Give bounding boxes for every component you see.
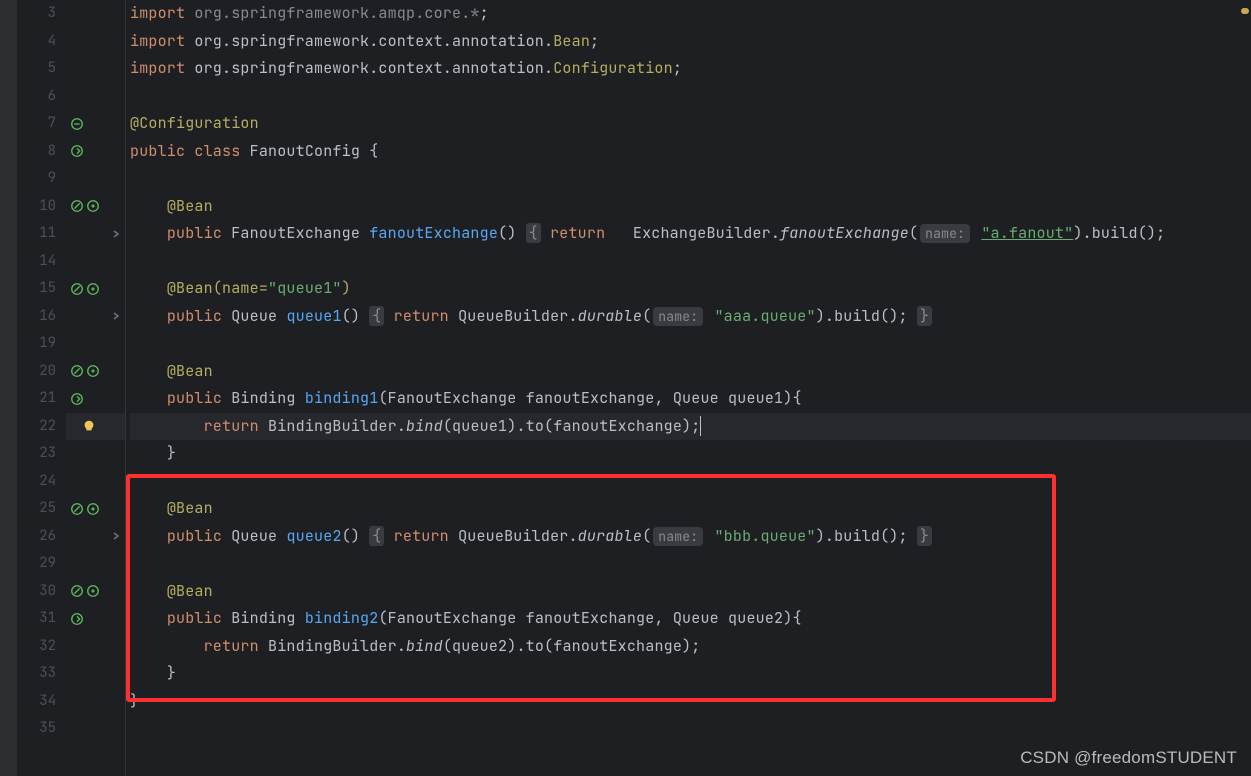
code-line[interactable]	[130, 330, 1251, 358]
line-number: 35	[18, 715, 66, 743]
code-line[interactable]: public Binding binding1(FanoutExchange f…	[130, 385, 1251, 413]
line-number: 19	[18, 330, 66, 358]
bean-nav-icon[interactable]	[70, 144, 84, 158]
code-line[interactable]: public Queue queue2() { return QueueBuil…	[130, 523, 1251, 551]
param-hint: name:	[653, 527, 703, 546]
bean-gutter-icon[interactable]	[86, 502, 100, 516]
code-line[interactable]	[130, 83, 1251, 111]
code-line[interactable]	[130, 550, 1251, 578]
line-number: 9	[18, 165, 66, 193]
code-line[interactable]: }	[130, 440, 1251, 468]
line-number: 32	[18, 633, 66, 661]
chevron-right-icon[interactable]	[111, 229, 121, 239]
line-number: 15	[18, 275, 66, 303]
bean-gutter-icon[interactable]	[86, 199, 100, 213]
chevron-right-icon[interactable]	[111, 531, 121, 541]
line-number: 6	[18, 83, 66, 111]
code-line[interactable]: public FanoutExchange fanoutExchange() {…	[130, 220, 1251, 248]
code-line[interactable]: import org.springframework.context.annot…	[130, 28, 1251, 56]
bean-nav-icon[interactable]	[70, 392, 84, 406]
code-line[interactable]: public Binding binding2(FanoutExchange f…	[130, 605, 1251, 633]
code-line[interactable]	[130, 248, 1251, 276]
line-number: 11	[18, 220, 66, 248]
line-number: 23	[18, 440, 66, 468]
code-line[interactable]: @Bean	[130, 495, 1251, 523]
code-line[interactable]: import org.springframework.context.annot…	[130, 55, 1251, 83]
bulb-icon[interactable]	[82, 419, 96, 433]
bean-gutter-icon[interactable]	[70, 364, 84, 378]
code-line[interactable]: @Bean	[130, 358, 1251, 386]
bean-gutter-icon[interactable]	[70, 584, 84, 598]
scrollbar-marker-warning	[1241, 8, 1249, 14]
line-number: 24	[18, 468, 66, 496]
watermark: CSDN @freedomSTUDENT	[1020, 748, 1237, 768]
line-number: 21	[18, 385, 66, 413]
bean-gutter-icon[interactable]	[86, 364, 100, 378]
line-number: 8	[18, 138, 66, 166]
line-number: 3	[18, 0, 66, 28]
bean-gutter-icon[interactable]	[86, 282, 100, 296]
code-line[interactable]: @Bean(name="queue1")	[130, 275, 1251, 303]
code-line[interactable]: return BindingBuilder.bind(queue2).to(fa…	[130, 633, 1251, 661]
code-line[interactable]: public Queue queue1() { return QueueBuil…	[130, 303, 1251, 331]
code-line[interactable]: @Bean	[130, 193, 1251, 221]
line-number: 33	[18, 660, 66, 688]
line-number: 30	[18, 578, 66, 606]
code-line-active[interactable]: return BindingBuilder.bind(queue1).to(fa…	[130, 413, 1251, 441]
line-number: 5	[18, 55, 66, 83]
code-line[interactable]: @Bean	[130, 578, 1251, 606]
line-number: 10	[18, 193, 66, 221]
code-line[interactable]	[130, 165, 1251, 193]
line-number: 29	[18, 550, 66, 578]
line-number: 25	[18, 495, 66, 523]
bean-gutter-icon[interactable]	[70, 282, 84, 296]
line-number: 4	[18, 28, 66, 56]
bean-gutter-icon[interactable]	[86, 584, 100, 598]
code-line[interactable]: public class FanoutConfig {	[130, 138, 1251, 166]
code-line[interactable]: @Configuration	[130, 110, 1251, 138]
line-number: 16	[18, 303, 66, 331]
line-number: 31	[18, 605, 66, 633]
code-line[interactable]: }	[130, 688, 1251, 716]
line-number: 14	[18, 248, 66, 276]
scrollbar-vertical[interactable]	[1237, 0, 1251, 776]
code-line[interactable]: import org.springframework.amqp.core.*;	[130, 0, 1251, 28]
left-edge-strip	[0, 0, 18, 776]
bean-nav-icon[interactable]	[70, 612, 84, 626]
chevron-right-icon[interactable]	[111, 311, 121, 321]
line-number: 34	[18, 688, 66, 716]
param-hint: name:	[653, 307, 703, 326]
code-area[interactable]: import org.springframework.amqp.core.*; …	[126, 0, 1251, 776]
bean-gutter-icon[interactable]	[70, 117, 84, 131]
param-hint: name:	[920, 224, 970, 243]
line-number-gutter: 3 4 5 6 7 8 9 10 11 14 15 16 19 20 21 22…	[18, 0, 66, 776]
bean-gutter-icon[interactable]	[70, 502, 84, 516]
gutter-icons	[66, 0, 126, 776]
line-number: 20	[18, 358, 66, 386]
bean-gutter-icon[interactable]	[70, 199, 84, 213]
line-number: 7	[18, 110, 66, 138]
code-line[interactable]	[130, 468, 1251, 496]
line-number: 22	[18, 413, 66, 441]
line-number: 26	[18, 523, 66, 551]
code-line[interactable]	[130, 715, 1251, 743]
editor: 3 4 5 6 7 8 9 10 11 14 15 16 19 20 21 22…	[0, 0, 1251, 776]
code-line[interactable]: }	[130, 660, 1251, 688]
